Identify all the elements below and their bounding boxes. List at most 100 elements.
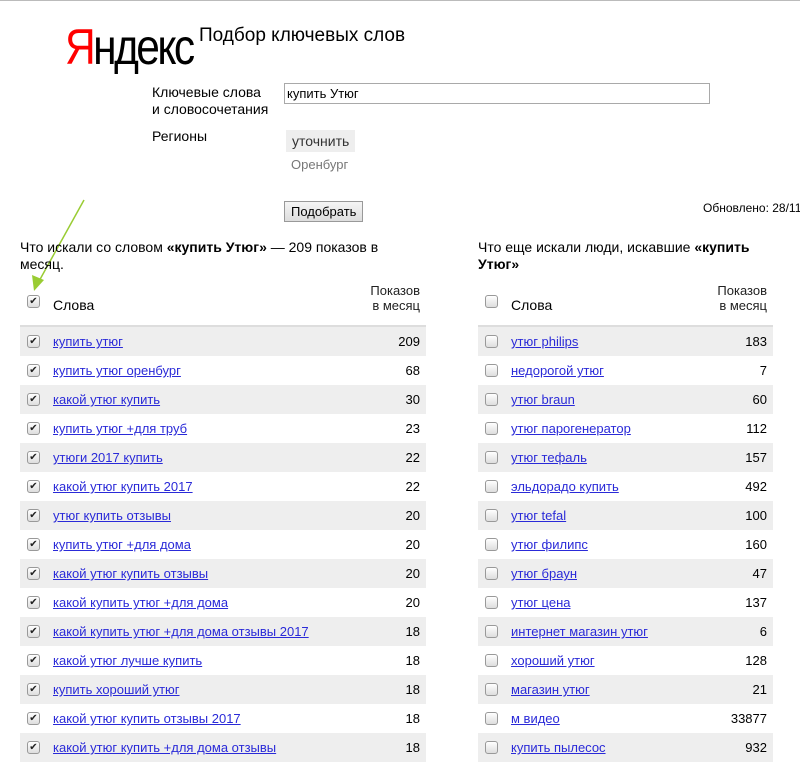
keyword-link[interactable]: недорогой утюг <box>511 363 604 378</box>
shows-count: 20 <box>405 566 420 581</box>
row-checkbox[interactable] <box>485 741 498 754</box>
shows-count: 932 <box>745 740 767 755</box>
row-checkbox[interactable]: ✔ <box>27 335 40 348</box>
table-row: магазин утюг 21 <box>478 675 773 704</box>
keyword-link[interactable]: какой купить утюг +для дома отзывы 2017 <box>53 624 309 639</box>
row-checkbox[interactable] <box>485 364 498 377</box>
row-checkbox[interactable]: ✔ <box>27 509 40 522</box>
row-checkbox[interactable] <box>485 393 498 406</box>
keyword-link[interactable]: утюг тефаль <box>511 450 587 465</box>
row-checkbox[interactable]: ✔ <box>27 364 40 377</box>
shows-count: 22 <box>405 479 420 494</box>
row-checkbox[interactable]: ✔ <box>27 393 40 406</box>
shows-count: 160 <box>745 537 767 552</box>
shows-count: 22 <box>405 450 420 465</box>
keyword-link[interactable]: купить хороший утюг <box>53 682 180 697</box>
row-checkbox[interactable] <box>485 567 498 580</box>
row-checkbox[interactable]: ✔ <box>27 741 40 754</box>
keyword-link[interactable]: купить утюг оренбург <box>53 363 181 378</box>
row-checkbox[interactable] <box>485 422 498 435</box>
table-row: ✔ какой утюг купить 30 <box>20 385 426 414</box>
keyword-link[interactable]: какой утюг купить отзывы 2017 <box>53 711 241 726</box>
shows-count: 20 <box>405 595 420 610</box>
row-checkbox[interactable]: ✔ <box>27 712 40 725</box>
right-caption-text: Что еще искали люди, искавшие <box>478 239 695 255</box>
row-checkbox[interactable]: ✔ <box>27 451 40 464</box>
yandex-logo[interactable]: Яндекс <box>65 18 195 76</box>
shows-count: 209 <box>398 334 420 349</box>
table-row: ✔ утюги 2017 купить 22 <box>20 443 426 472</box>
keyword-link[interactable]: какой утюг купить отзывы <box>53 566 208 581</box>
row-checkbox[interactable] <box>485 654 498 667</box>
table-row: утюг цена 137 <box>478 588 773 617</box>
table-row: купить пылесос 932 <box>478 733 773 762</box>
row-checkbox[interactable]: ✔ <box>27 596 40 609</box>
col-words: Слова <box>53 297 95 313</box>
table-row: ✔ купить утюг +для труб 23 <box>20 414 426 443</box>
col-shows-line2: в месяц <box>719 298 767 313</box>
table-row: ✔ какой купить утюг +для дома 20 <box>20 588 426 617</box>
keyword-link[interactable]: какой утюг купить 2017 <box>53 479 193 494</box>
keyword-link[interactable]: утюг цена <box>511 595 571 610</box>
keyword-link[interactable]: какой утюг купить +для дома отзывы <box>53 740 276 755</box>
row-checkbox[interactable] <box>485 451 498 464</box>
keyword-link[interactable]: утюг купить отзывы <box>53 508 171 523</box>
top-border <box>0 0 800 1</box>
row-checkbox[interactable]: ✔ <box>27 683 40 696</box>
row-checkbox[interactable] <box>485 683 498 696</box>
keywords-input[interactable] <box>284 83 710 104</box>
row-checkbox[interactable]: ✔ <box>27 422 40 435</box>
shows-count: 60 <box>752 392 767 407</box>
table-row: утюг филипс 160 <box>478 530 773 559</box>
shows-count: 6 <box>759 624 767 639</box>
keyword-link[interactable]: утюг парогенератор <box>511 421 631 436</box>
keyword-link[interactable]: купить пылесос <box>511 740 606 755</box>
col-shows: Показов в месяц <box>370 283 420 313</box>
select-all-checkbox[interactable] <box>485 295 498 308</box>
keyword-link[interactable]: какой утюг купить <box>53 392 160 407</box>
keyword-link[interactable]: магазин утюг <box>511 682 590 697</box>
row-checkbox[interactable]: ✔ <box>27 480 40 493</box>
keyword-link[interactable]: какой утюг лучше купить <box>53 653 202 668</box>
row-checkbox[interactable] <box>485 509 498 522</box>
table-row: ✔ какой утюг лучше купить 18 <box>20 646 426 675</box>
table-row: ✔ какой утюг купить +для дома отзывы 18 <box>20 733 426 762</box>
row-checkbox[interactable] <box>485 480 498 493</box>
keyword-link[interactable]: утюг tefal <box>511 508 566 523</box>
keyword-link[interactable]: купить утюг +для дома <box>53 537 191 552</box>
row-checkbox[interactable] <box>485 596 498 609</box>
keyword-link[interactable]: интернет магазин утюг <box>511 624 648 639</box>
keyword-link[interactable]: хороший утюг <box>511 653 595 668</box>
shows-count: 18 <box>405 624 420 639</box>
keyword-link[interactable]: купить утюг +для труб <box>53 421 187 436</box>
row-checkbox[interactable] <box>485 538 498 551</box>
row-checkbox[interactable]: ✔ <box>27 538 40 551</box>
keyword-link[interactable]: эльдорадо купить <box>511 479 619 494</box>
keyword-link[interactable]: какой купить утюг +для дома <box>53 595 228 610</box>
submit-button[interactable]: Подобрать <box>284 201 364 222</box>
shows-count: 100 <box>745 508 767 523</box>
table-row: утюг парогенератор 112 <box>478 414 773 443</box>
row-checkbox[interactable]: ✔ <box>27 567 40 580</box>
table-row: ✔ купить утюг 209 <box>20 327 426 356</box>
row-checkbox[interactable]: ✔ <box>27 654 40 667</box>
keyword-link[interactable]: утюг филипс <box>511 537 588 552</box>
updated-date: Обновлено: 28/11 <box>703 201 800 215</box>
table-row: интернет магазин утюг 6 <box>478 617 773 646</box>
refine-regions-button[interactable]: уточнить <box>286 130 356 152</box>
keyword-link[interactable]: утюги 2017 купить <box>53 450 163 465</box>
right-caption: Что еще искали люди, искавшие «купить Ут… <box>478 239 778 273</box>
row-checkbox[interactable]: ✔ <box>27 625 40 638</box>
keyword-link[interactable]: м видео <box>511 711 560 726</box>
select-all-checkbox[interactable]: ✔ <box>27 295 40 308</box>
row-checkbox[interactable] <box>485 625 498 638</box>
row-checkbox[interactable] <box>485 335 498 348</box>
table-row: хороший утюг 128 <box>478 646 773 675</box>
keyword-link[interactable]: утюг philips <box>511 334 578 349</box>
keyword-link[interactable]: купить утюг <box>53 334 123 349</box>
table-row: утюг braun 60 <box>478 385 773 414</box>
shows-count: 23 <box>405 421 420 436</box>
keyword-link[interactable]: утюг braun <box>511 392 575 407</box>
row-checkbox[interactable] <box>485 712 498 725</box>
keyword-link[interactable]: утюг браун <box>511 566 577 581</box>
